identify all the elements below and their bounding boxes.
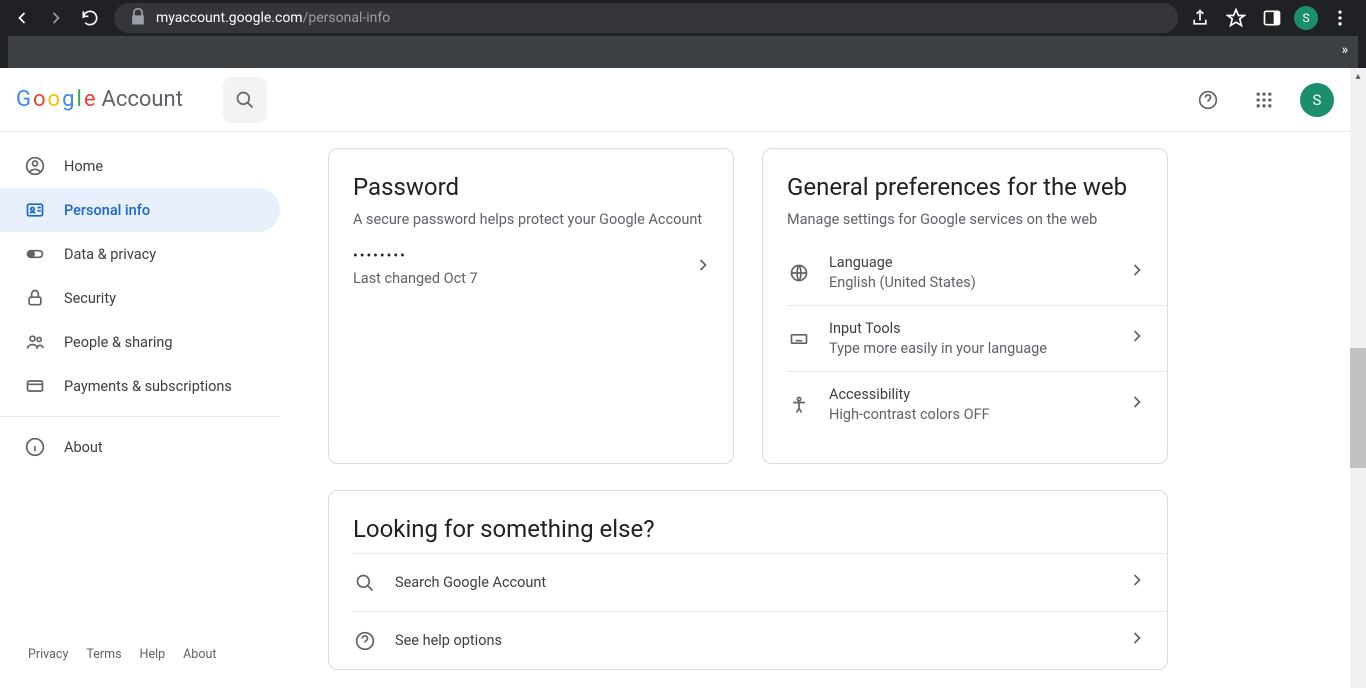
chevron-right-icon <box>693 255 713 280</box>
pref-item-sub: English (United States) <box>829 274 1127 291</box>
sidebar-item-label: Security <box>64 290 116 307</box>
pref-item-accessibility[interactable]: Accessibility High-contrast colors OFF <box>787 371 1167 437</box>
share-icon[interactable] <box>1186 4 1214 32</box>
chevron-right-icon <box>1127 326 1147 351</box>
password-last-changed: Last changed Oct 7 <box>353 270 478 287</box>
password-card-subtitle: A secure password helps protect your Goo… <box>353 211 733 228</box>
pref-item-input-tools[interactable]: Input Tools Type more easily in your lan… <box>787 305 1167 371</box>
sidebar: Home Personal info Data & privacy Securi… <box>0 68 280 688</box>
people-icon <box>24 332 46 352</box>
lock-icon <box>128 7 148 30</box>
keyboard-icon <box>787 329 811 349</box>
footer-about[interactable]: About <box>183 647 216 662</box>
app-header: Google Account S <box>0 68 1350 132</box>
google-account-logo[interactable]: Google Account <box>16 87 183 112</box>
scroll-thumb[interactable] <box>1350 348 1366 468</box>
preferences-card-subtitle: Manage settings for Google services on t… <box>787 211 1167 228</box>
else-item-label: See help options <box>395 632 1127 649</box>
browser-chrome: myaccount.google.com /personal-info S » <box>0 0 1366 68</box>
bookmarks-overflow-icon[interactable]: » <box>1341 42 1348 58</box>
sidebar-item-label: Data & privacy <box>64 246 156 263</box>
lock-icon <box>24 288 46 308</box>
pref-item-language[interactable]: Language English (United States) <box>787 248 1167 305</box>
password-mask: •••••••• <box>353 248 478 264</box>
browser-reload-button[interactable] <box>74 2 106 34</box>
pref-item-sub: Type more easily in your language <box>829 340 1127 357</box>
password-card-title: Password <box>353 173 733 201</box>
pref-item-sub: High-contrast colors OFF <box>829 406 1127 423</box>
chevron-right-icon <box>1127 628 1147 653</box>
sidebar-item-label: Payments & subscriptions <box>64 378 232 395</box>
chevron-right-icon <box>1127 392 1147 417</box>
main-content: Password A secure password helps protect… <box>280 68 1366 688</box>
address-bar[interactable]: myaccount.google.com /personal-info <box>114 3 1178 33</box>
else-item-search[interactable]: Search Google Account <box>353 553 1167 611</box>
logo-account-text: Account <box>101 87 182 112</box>
else-item-label: Search Google Account <box>395 574 1127 591</box>
preferences-card-title: General preferences for the web <box>787 173 1167 201</box>
apps-grid-icon[interactable] <box>1244 80 1284 120</box>
person-circle-icon <box>24 156 46 176</box>
sidebar-item-label: People & sharing <box>64 334 173 351</box>
accessibility-icon <box>787 395 811 415</box>
id-card-icon <box>24 200 46 220</box>
credit-card-icon <box>24 376 46 396</box>
else-card-title: Looking for something else? <box>353 515 1167 543</box>
sidebar-item-about[interactable]: About <box>0 425 280 469</box>
info-icon <box>24 437 46 457</box>
pref-item-title: Language <box>829 254 1127 271</box>
url-path: /personal-info <box>303 10 391 26</box>
browser-menu-icon[interactable] <box>1326 4 1354 32</box>
browser-forward-button[interactable] <box>40 2 72 34</box>
browser-back-button[interactable] <box>6 2 38 34</box>
sidebar-item-payments[interactable]: Payments & subscriptions <box>0 364 280 408</box>
help-circle-icon <box>353 631 377 651</box>
sidebar-item-label: Personal info <box>64 202 150 219</box>
bookmark-star-icon[interactable] <box>1222 4 1250 32</box>
sidebar-item-label: Home <box>64 158 103 175</box>
vertical-scrollbar[interactable]: ▴ <box>1350 68 1366 688</box>
password-row[interactable]: •••••••• Last changed Oct 7 <box>353 248 733 287</box>
looking-else-card: Looking for something else? Search Googl… <box>328 490 1168 670</box>
sidebar-item-security[interactable]: Security <box>0 276 280 320</box>
toggle-icon <box>24 244 46 264</box>
sidebar-item-people-sharing[interactable]: People & sharing <box>0 320 280 364</box>
account-avatar[interactable]: S <box>1300 83 1334 117</box>
chevron-right-icon <box>1127 260 1147 285</box>
sidebar-item-data-privacy[interactable]: Data & privacy <box>0 232 280 276</box>
sidebar-item-label: About <box>64 439 103 456</box>
footer-help[interactable]: Help <box>140 647 166 662</box>
scroll-up-arrow-icon[interactable]: ▴ <box>1350 68 1366 84</box>
password-card: Password A secure password helps protect… <box>328 148 734 464</box>
pref-item-title: Input Tools <box>829 320 1127 337</box>
help-icon[interactable] <box>1188 80 1228 120</box>
globe-icon <box>787 263 811 283</box>
side-panel-icon[interactable] <box>1258 4 1286 32</box>
footer-terms[interactable]: Terms <box>86 647 121 662</box>
bookmarks-bar: » <box>8 36 1358 68</box>
chevron-right-icon <box>1127 570 1147 595</box>
preferences-card: General preferences for the web Manage s… <box>762 148 1168 464</box>
search-icon <box>353 573 377 593</box>
sidebar-item-personal-info[interactable]: Personal info <box>0 188 280 232</box>
else-item-help[interactable]: See help options <box>353 611 1167 669</box>
header-search-button[interactable] <box>223 77 267 123</box>
url-domain: myaccount.google.com <box>156 10 303 26</box>
sidebar-item-home[interactable]: Home <box>0 144 280 188</box>
footer-links: Privacy Terms Help About <box>0 647 280 688</box>
pref-item-title: Accessibility <box>829 386 1127 403</box>
footer-privacy[interactable]: Privacy <box>28 647 68 662</box>
browser-profile-avatar[interactable]: S <box>1294 6 1318 30</box>
